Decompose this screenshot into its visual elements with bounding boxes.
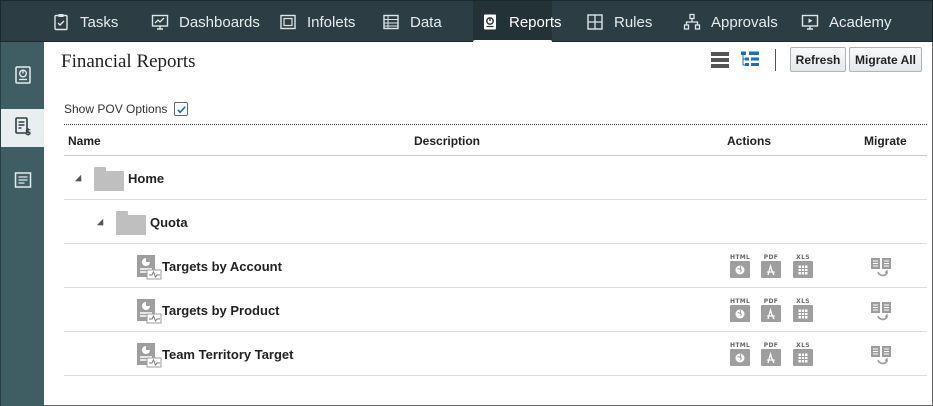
folder-icon [116, 211, 146, 235]
pdf-icon [767, 351, 775, 363]
collapse-triangle-icon[interactable] [74, 174, 82, 182]
nav-tab-label: Tasks [80, 13, 119, 31]
reports-rail-icon [13, 65, 33, 90]
main-content: Financial Reports Refresh Migrate All Sh… [44, 42, 933, 406]
pdf-icon [767, 307, 775, 319]
row-label[interactable]: Team Territory Target [162, 347, 293, 362]
financial-reports-rail-icon: $ [13, 116, 33, 141]
rules-icon [586, 13, 604, 31]
column-header-actions: Actions [727, 134, 772, 148]
tree-view-icon[interactable] [740, 50, 760, 70]
migrate-report-icon[interactable] [869, 343, 893, 367]
table-row[interactable]: Team Territory Target HTML PDF XLS [64, 332, 927, 376]
spreadsheet-icon [798, 265, 808, 274]
financial-report-icon [136, 342, 162, 368]
migrate-report-icon[interactable] [869, 255, 893, 279]
table-row[interactable]: Targets by Account HTML PDF XLS [64, 244, 927, 288]
rail-documents-button[interactable] [1, 163, 45, 201]
nav-tab-infolets[interactable]: Infolets [279, 1, 355, 43]
financial-report-icon [136, 298, 162, 324]
nav-tab-label: Academy [829, 13, 892, 31]
nav-tab-academy[interactable]: Academy [801, 1, 892, 43]
column-header-description[interactable]: Description [414, 134, 480, 148]
column-header-migrate: Migrate [864, 134, 907, 148]
documents-rail-icon [13, 170, 33, 195]
html-action-button[interactable]: HTML [730, 342, 750, 368]
nav-tab-label: Infolets [307, 13, 356, 31]
table-row[interactable]: Home [64, 156, 927, 200]
top-navigation-bar: Tasks Dashboards Infolets Data Reports R… [0, 0, 933, 44]
row-label[interactable]: Targets by Account [162, 259, 282, 274]
financial-report-icon [136, 254, 162, 280]
row-label[interactable]: Targets by Product [162, 303, 280, 318]
xls-action-button[interactable]: XLS [793, 342, 813, 368]
nav-tab-rules[interactable]: Rules [586, 1, 652, 43]
row-label[interactable]: Quota [150, 215, 188, 230]
page-title: Financial Reports [61, 51, 196, 72]
html-action-button[interactable]: HTML [730, 298, 750, 324]
nav-tab-approvals[interactable]: Approvals [683, 1, 778, 43]
pov-label: Show POV Options [64, 102, 168, 116]
spreadsheet-icon [798, 309, 808, 318]
left-rail: $ [0, 42, 45, 406]
pov-checkbox[interactable] [174, 102, 189, 116]
globe-icon [735, 265, 745, 274]
globe-icon [735, 309, 745, 318]
nav-tab-data[interactable]: Data [382, 1, 442, 43]
svg-text:$: $ [25, 128, 31, 136]
nav-tab-reports[interactable]: Reports [473, 1, 562, 44]
nav-tab-label: Data [410, 13, 442, 31]
pdf-action-button[interactable]: PDF [761, 298, 781, 324]
nav-tab-dashboards[interactable]: Dashboards [151, 1, 260, 43]
clipboard-check-icon [52, 13, 70, 31]
nav-tab-label: Reports [509, 13, 562, 31]
table-header: Name Description Actions Migrate [64, 126, 927, 156]
pdf-action-button[interactable]: PDF [761, 342, 781, 368]
report-icon [481, 13, 499, 31]
rail-reports-button[interactable] [1, 58, 45, 96]
row-label[interactable]: Home [128, 171, 164, 186]
nav-tab-tasks[interactable]: Tasks [52, 1, 118, 43]
view-toggle [710, 50, 760, 70]
nav-tab-label: Approvals [711, 13, 778, 31]
pov-options: Show POV Options [64, 102, 189, 116]
column-header-name[interactable]: Name [68, 134, 101, 148]
table-row[interactable]: Targets by Product HTML PDF XLS [64, 288, 927, 332]
dotted-divider [64, 124, 927, 125]
data-grid-icon [382, 13, 400, 31]
refresh-button[interactable]: Refresh [790, 47, 846, 72]
folder-icon [94, 167, 124, 191]
collapse-triangle-icon[interactable] [96, 218, 104, 226]
toolbar-divider [775, 49, 776, 71]
checkmark-icon [177, 105, 186, 113]
html-action-button[interactable]: HTML [730, 254, 750, 280]
migrate-all-button[interactable]: Migrate All [849, 47, 922, 72]
xls-action-button[interactable]: XLS [793, 254, 813, 280]
infolet-icon [279, 13, 297, 31]
table-row[interactable]: Quota [64, 200, 927, 244]
monitor-chart-icon [151, 13, 169, 31]
nav-tab-label: Rules [614, 13, 653, 31]
pdf-action-button[interactable]: PDF [761, 254, 781, 280]
academy-play-icon [801, 13, 819, 31]
globe-icon [735, 353, 745, 362]
nav-tab-label: Dashboards [179, 13, 260, 31]
xls-action-button[interactable]: XLS [793, 298, 813, 324]
pdf-icon [767, 263, 775, 275]
spreadsheet-icon [798, 353, 808, 362]
migrate-report-icon[interactable] [869, 299, 893, 323]
list-view-icon[interactable] [710, 50, 730, 70]
rail-financial-reports-button[interactable]: $ [1, 109, 45, 147]
approvals-hierarchy-icon [683, 13, 701, 31]
